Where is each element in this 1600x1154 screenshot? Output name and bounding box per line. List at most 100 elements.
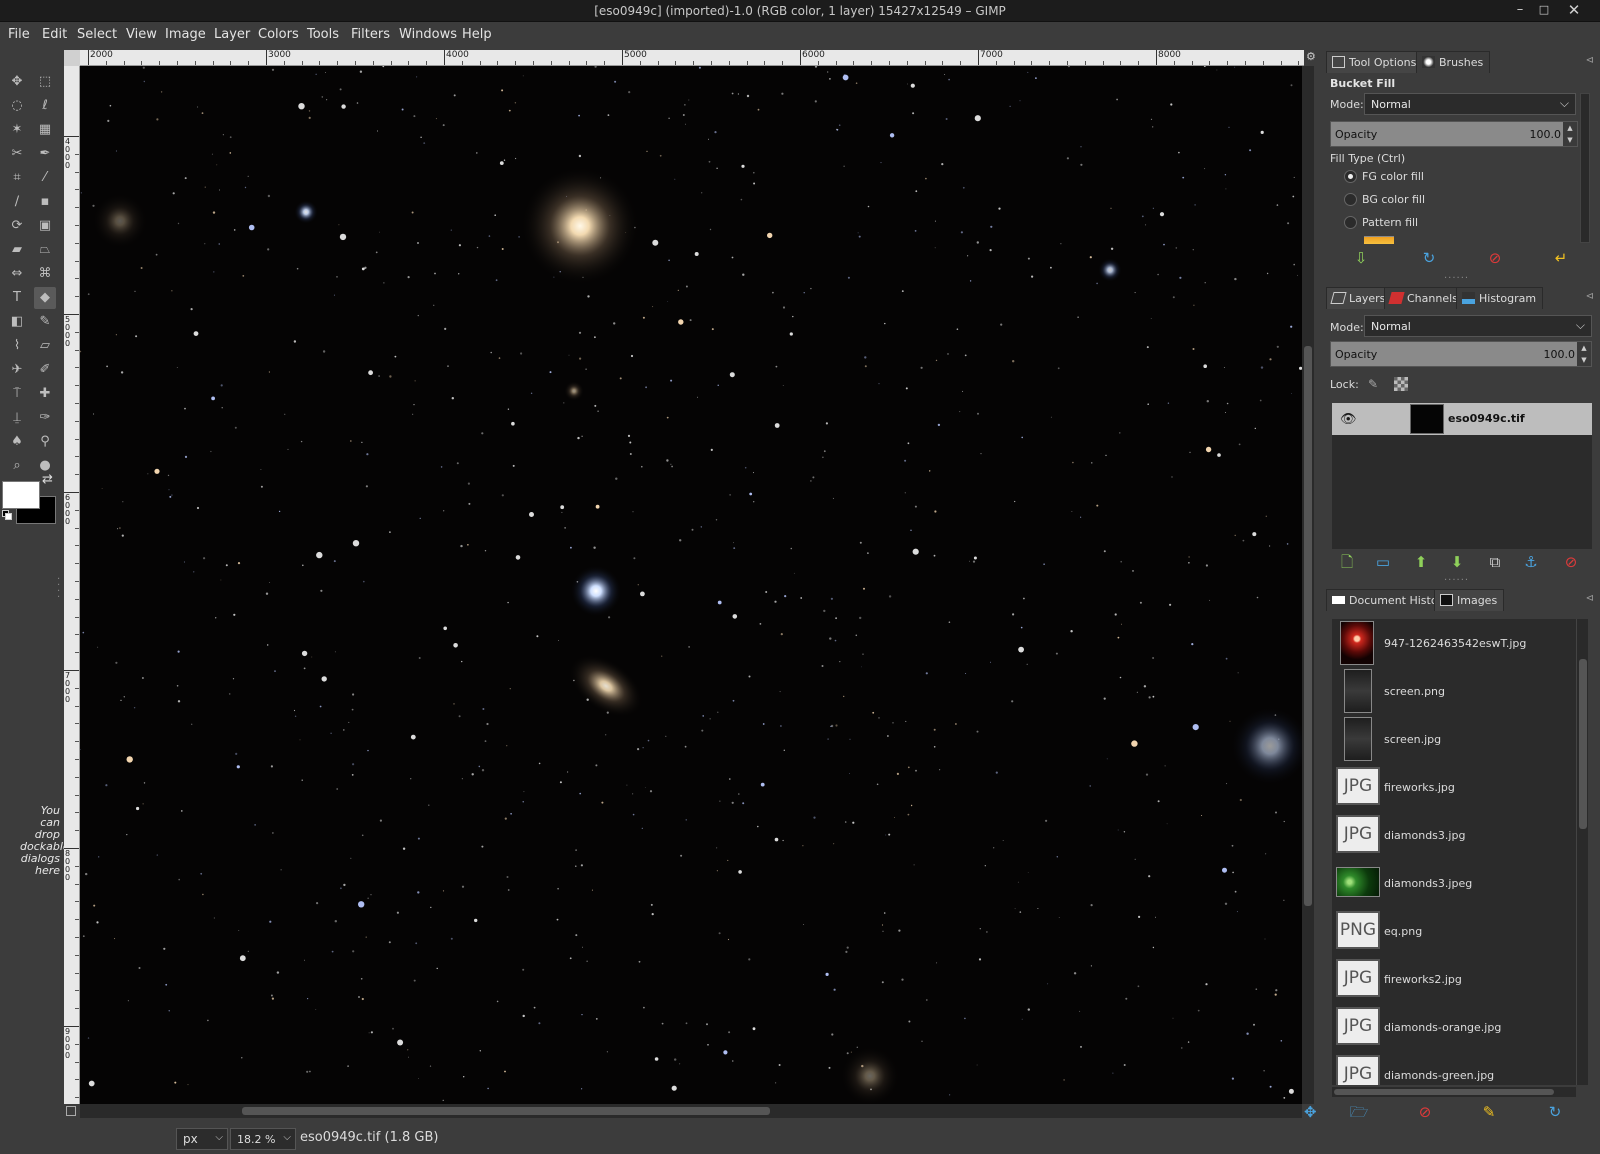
anchor-layer-icon[interactable]: ⚓ [1520, 551, 1542, 573]
measure-tool-icon[interactable]: ∕ [6, 191, 28, 213]
image-list-item[interactable]: screen.jpg [1332, 717, 1576, 765]
save-options-icon[interactable]: ⇩ [1350, 247, 1372, 269]
panel-separator[interactable]: ······ [1444, 575, 1469, 586]
quick-mask-toggle-icon[interactable] [66, 1106, 76, 1116]
raise-layer-icon[interactable]: ⬆ [1410, 551, 1432, 573]
images-hscroll-thumb[interactable] [1334, 1089, 1554, 1095]
tool-options-scrollbar[interactable] [1580, 93, 1590, 243]
text-tool-icon[interactable]: T [6, 287, 28, 309]
toolbox-resize-handle[interactable]: · · · · [57, 575, 60, 603]
image-list-item[interactable]: JPG fireworks2.jpg [1332, 957, 1576, 1005]
menu-image[interactable]: Image [165, 27, 206, 42]
image-list-item[interactable]: JPG diamonds3.jpg [1332, 813, 1576, 861]
menu-help[interactable]: Help [462, 27, 492, 42]
pencil-tool-icon[interactable]: ✎ [34, 311, 56, 333]
menu-windows[interactable]: Windows [399, 27, 457, 42]
tab-channels[interactable]: Channels [1384, 287, 1465, 309]
cage-tool-icon[interactable]: ⌘ [34, 263, 56, 285]
lasso-tool-icon[interactable]: ℓ [34, 95, 56, 117]
close-button[interactable]: ✕ [1562, 0, 1586, 20]
perspective-tool-icon[interactable]: ⏢ [34, 239, 56, 261]
zoom-tool-icon[interactable]: ▪ [34, 191, 56, 213]
color-picker-tool-icon[interactable]: ⁄ [34, 167, 56, 189]
swap-colors-icon[interactable]: ⇄ [42, 472, 53, 487]
bucket-fill-tool-icon[interactable]: ◆ [34, 287, 56, 309]
clone-tool-icon[interactable]: ⍑ [6, 383, 28, 405]
reset-colors-icon[interactable] [2, 510, 14, 522]
image-list-item[interactable]: JPG diamonds-green.jpg [1332, 1053, 1576, 1085]
zoom-select[interactable]: 18.2 % ⌵ [230, 1128, 296, 1150]
image-list-item[interactable]: PNG eq.png [1332, 909, 1576, 957]
move-tool-icon[interactable]: ✥ [6, 71, 28, 93]
new-layer-icon[interactable]: 🗋 [1336, 551, 1358, 573]
tab-layers[interactable]: Layers [1326, 287, 1393, 309]
ink-tool-icon[interactable]: ✐ [34, 359, 56, 381]
horizontal-ruler[interactable]: 2000 3000 4000 5000 6000 7000 8000 [80, 50, 1304, 66]
image-list-item[interactable]: screen.png [1332, 669, 1576, 717]
vertical-ruler[interactable]: 4000 5000 6000 7000 8000 9000 [64, 66, 80, 1104]
menu-view[interactable]: View [126, 27, 157, 42]
tab-menu-icon[interactable]: ⊲ [1586, 593, 1594, 604]
paths-tool-icon[interactable]: ✒ [34, 143, 56, 165]
rotate-tool-icon[interactable]: ⟳ [6, 215, 28, 237]
dodge-burn-tool-icon[interactable]: ⚲ [34, 431, 56, 453]
navigate-icon[interactable]: ✥ [1304, 1103, 1317, 1121]
paintbrush-tool-icon[interactable]: ⌇ [6, 335, 28, 357]
menu-select[interactable]: Select [77, 27, 117, 42]
image-list-item[interactable]: diamonds3.jpeg [1332, 861, 1576, 909]
canvas-horizontal-scrollbar[interactable] [80, 1104, 1302, 1118]
clear-history-icon[interactable]: ✎ [1478, 1101, 1500, 1123]
restore-options-icon[interactable]: ↻ [1418, 247, 1440, 269]
blur-tool-icon[interactable]: ✑ [34, 407, 56, 429]
menu-layer[interactable]: Layer [214, 27, 250, 42]
image-menu-icon[interactable]: ⚙ [1306, 50, 1316, 63]
rect-select-tool-icon[interactable]: ⬚ [34, 71, 56, 93]
tab-brushes[interactable]: Brushes [1416, 51, 1491, 73]
fill-mode-select[interactable]: Normal ⌵ [1364, 93, 1576, 115]
menu-tools[interactable]: Tools [307, 27, 339, 42]
heal-tool-icon[interactable]: ✚ [34, 383, 56, 405]
image-list-item[interactable]: 947-1262463542eswT.jpg [1332, 621, 1576, 669]
scale-tool-icon[interactable]: ▣ [34, 215, 56, 237]
lock-alpha-icon[interactable] [1394, 377, 1408, 391]
tab-menu-icon[interactable]: ⊲ [1586, 55, 1594, 66]
images-horizontal-scrollbar[interactable] [1332, 1087, 1576, 1097]
foreground-color-swatch[interactable] [2, 481, 40, 509]
minimize-button[interactable]: – [1508, 0, 1532, 20]
duplicate-layer-icon[interactable]: ⧉ [1484, 551, 1506, 573]
spin-arrows-icon[interactable]: ▲ ▼ [1563, 122, 1577, 146]
open-display-icon[interactable]: 🗁 [1348, 1101, 1370, 1123]
tab-histogram[interactable]: Histogram [1456, 287, 1544, 309]
airbrush-tool-icon[interactable]: ✈ [6, 359, 28, 381]
radio-button[interactable] [1344, 216, 1357, 229]
image-canvas[interactable] [80, 66, 1302, 1104]
panel-separator[interactable]: ······ [1444, 273, 1469, 284]
maximize-button[interactable]: □ [1532, 0, 1556, 20]
radio-button[interactable] [1344, 193, 1357, 206]
tab-images[interactable]: Images [1434, 589, 1505, 611]
layer-mode-select[interactable]: Normal ⌵ [1364, 315, 1592, 337]
reset-options-icon[interactable]: ↵ [1550, 247, 1572, 269]
fill-opacity-slider[interactable]: Opacity 100.0 ▲ ▼ [1330, 121, 1578, 147]
blend-tool-icon[interactable]: ◧ [6, 311, 28, 333]
lower-layer-icon[interactable]: ⬇ [1446, 551, 1468, 573]
canvas-vertical-scrollbar[interactable] [1302, 66, 1314, 1104]
pattern-swatch[interactable] [1364, 236, 1394, 244]
eye-icon[interactable]: 👁 [1340, 412, 1357, 427]
eraser-tool-icon[interactable]: ▱ [34, 335, 56, 357]
images-vertical-scrollbar[interactable] [1576, 619, 1588, 1085]
menu-colors[interactable]: Colors [258, 27, 299, 42]
delete-layer-icon[interactable]: ⊘ [1560, 551, 1582, 573]
tab-tool-options[interactable]: Tool Options [1326, 51, 1424, 73]
magnify-tool-icon[interactable]: ⌕ [6, 455, 28, 477]
spin-arrows-icon[interactable]: ▲ ▼ [1577, 342, 1591, 366]
unit-select[interactable]: px ⌵ [176, 1128, 228, 1150]
tab-menu-icon[interactable]: ⊲ [1586, 291, 1594, 302]
delete-options-icon[interactable]: ⊘ [1484, 247, 1506, 269]
horizontal-scroll-thumb[interactable] [242, 1107, 770, 1115]
images-scroll-thumb[interactable] [1579, 659, 1587, 829]
perspective-clone-tool-icon[interactable]: ⍊ [6, 407, 28, 429]
ellipse-select-tool-icon[interactable]: ◌ [6, 95, 28, 117]
fuzzy-select-tool-icon[interactable]: ✶ [6, 119, 28, 141]
shear-tool-icon[interactable]: ▰ [6, 239, 28, 261]
